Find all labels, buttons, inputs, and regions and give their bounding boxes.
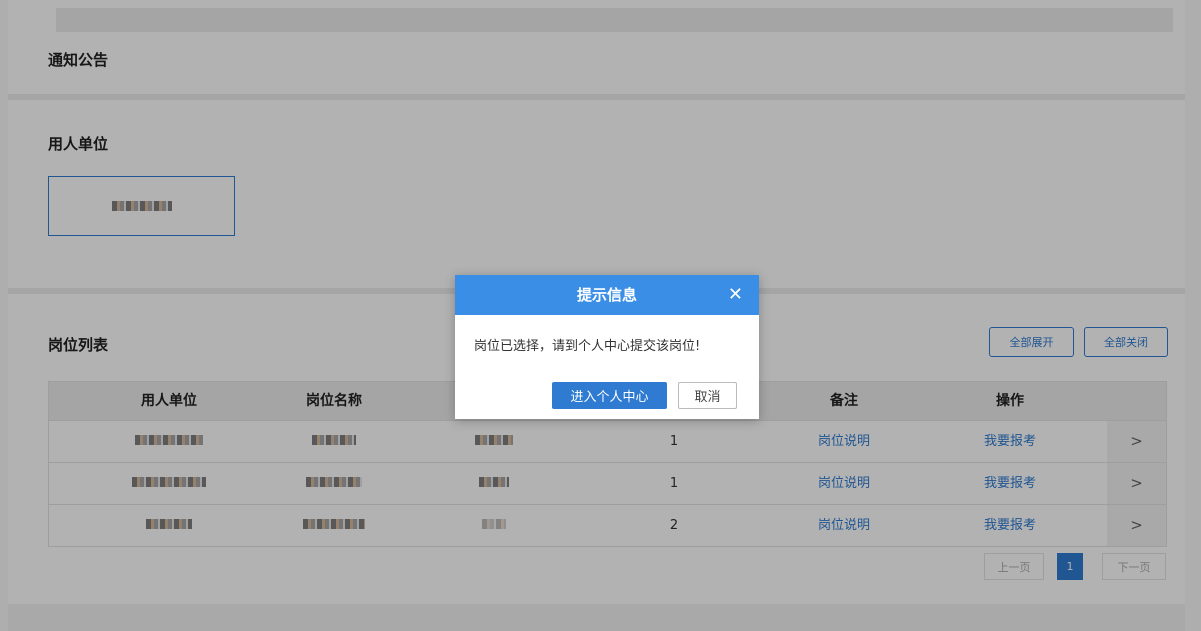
info-dialog: 提示信息 ✕ 岗位已选择，请到个人中心提交该岗位! 进入个人中心 取消 [455, 275, 759, 419]
cancel-button[interactable]: 取消 [678, 382, 737, 409]
dialog-message: 岗位已选择，请到个人中心提交该岗位! [474, 339, 701, 354]
close-icon[interactable]: ✕ [728, 275, 743, 315]
dialog-header: 提示信息 ✕ [455, 275, 759, 315]
dialog-title: 提示信息 [576, 286, 637, 304]
go-to-personal-center-button[interactable]: 进入个人中心 [552, 382, 667, 409]
